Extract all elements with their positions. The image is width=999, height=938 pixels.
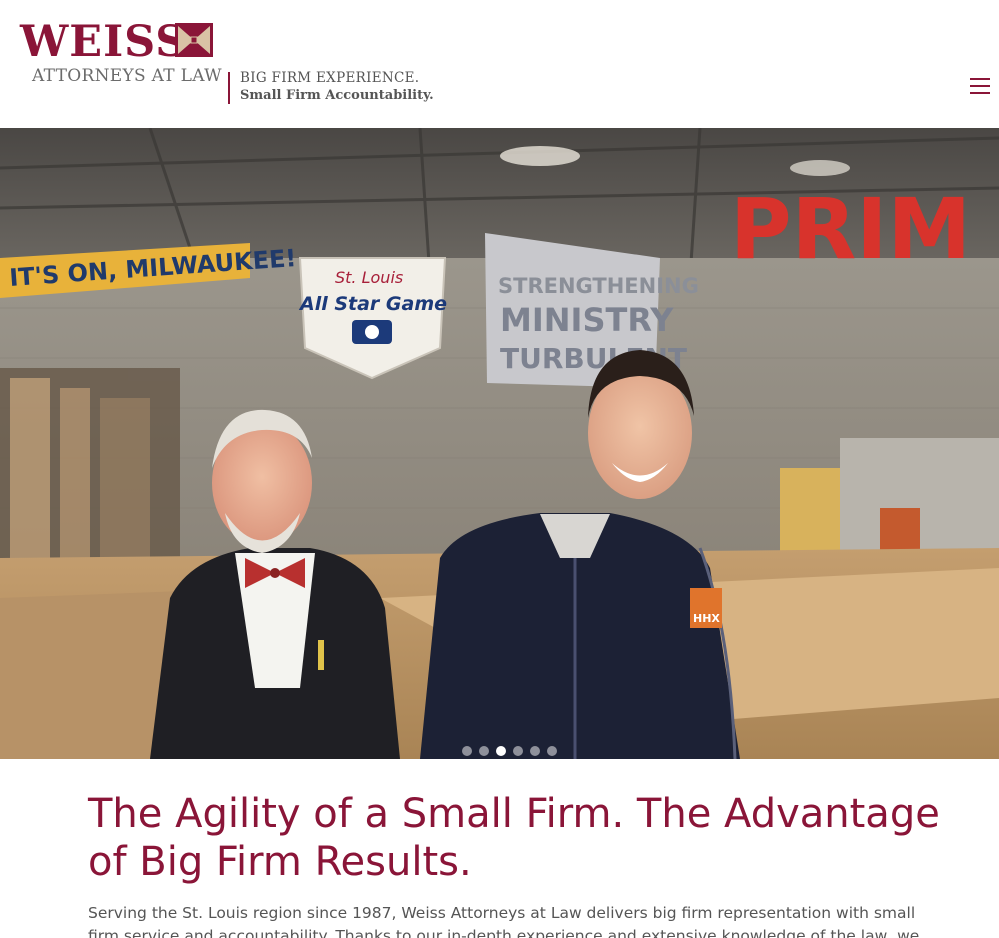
slider-dot-3[interactable] xyxy=(496,746,506,756)
slider-dot-1[interactable] xyxy=(462,746,472,756)
menu-bar xyxy=(970,78,990,80)
slider-dot-2[interactable] xyxy=(479,746,489,756)
svg-text:All Star Game: All Star Game xyxy=(298,293,447,315)
slider-dot-4[interactable] xyxy=(513,746,523,756)
svg-text:MINISTRY: MINISTRY xyxy=(500,301,674,339)
slider-pagination xyxy=(462,746,557,756)
site-logo[interactable]: WEISS ATTORNEYS AT LAW BIG FIRM EXPERIEN… xyxy=(20,20,440,110)
intro-body: Serving the St. Louis region since 1987,… xyxy=(88,904,920,938)
logo-tagline-line1: BIG FIRM EXPERIENCE. xyxy=(240,70,420,86)
logo-divider xyxy=(228,72,230,104)
site-header: WEISS ATTORNEYS AT LAW BIG FIRM EXPERIEN… xyxy=(0,0,999,128)
logo-subtitle: ATTORNEYS AT LAW xyxy=(32,66,222,86)
slider-dot-6[interactable] xyxy=(547,746,557,756)
menu-bar xyxy=(970,85,990,87)
hamburger-menu-icon[interactable] xyxy=(970,78,992,96)
intro-section: The Agility of a Small Firm. The Advanta… xyxy=(88,790,948,938)
svg-text:STRENGTHENING: STRENGTHENING xyxy=(498,274,699,298)
logo-wordmark: WEISS xyxy=(20,17,188,67)
jacket-patch: HHX xyxy=(693,612,720,625)
logo-emblem-icon xyxy=(175,23,213,57)
logo-tagline-line2: Small Firm Accountability. xyxy=(240,88,434,103)
svg-text:St. Louis: St. Louis xyxy=(335,268,403,287)
slider-dot-5[interactable] xyxy=(530,746,540,756)
hero-image: IT'S ON, MILWAUKEE! St. Louis All Star G… xyxy=(0,128,999,759)
menu-bar xyxy=(970,92,990,94)
wall-letters: PRIM xyxy=(730,180,971,278)
intro-heading: The Agility of a Small Firm. The Advanta… xyxy=(88,791,940,885)
hero-slider: IT'S ON, MILWAUKEE! St. Louis All Star G… xyxy=(0,128,999,759)
